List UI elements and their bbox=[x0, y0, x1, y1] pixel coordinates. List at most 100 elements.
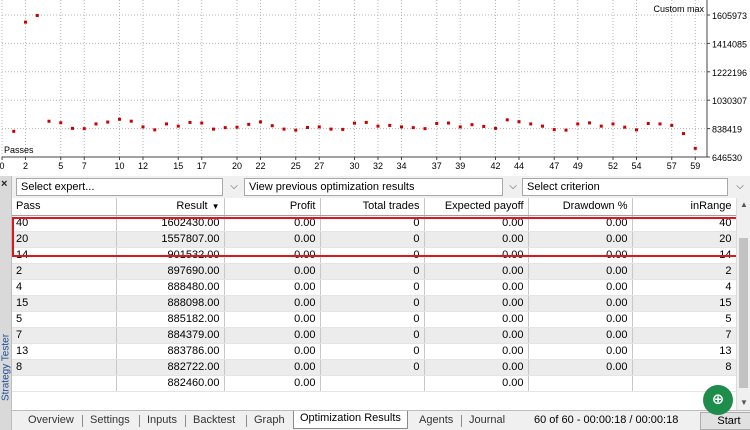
table-cell: 882722.00 bbox=[116, 359, 225, 376]
chart-point bbox=[47, 119, 51, 123]
tab-graph[interactable]: Graph bbox=[254, 412, 285, 430]
tab-overview[interactable]: Overview bbox=[28, 412, 74, 430]
close-icon[interactable]: × bbox=[1, 178, 7, 190]
chart-point bbox=[670, 123, 674, 127]
tester-tab-bar: Overview Settings Inputs Backtest Graph … bbox=[12, 410, 750, 430]
chart-point bbox=[353, 121, 356, 125]
tab-journal[interactable]: Journal bbox=[469, 412, 505, 430]
table-row[interactable]: 8 882722.00 0.00 0 0.00 0.00 8 bbox=[12, 359, 736, 376]
y-tick-label: 1605973 bbox=[712, 11, 747, 21]
table-cell: 2 bbox=[12, 263, 117, 280]
table-row[interactable]: 20 1557807.00 0.00 0 0.00 0.00 20 bbox=[12, 231, 736, 248]
table-cell: 14 bbox=[632, 247, 736, 264]
table-row[interactable]: 882460.00 0.00 0.00 bbox=[12, 375, 736, 392]
chart-point bbox=[693, 146, 697, 150]
chart-point bbox=[294, 128, 298, 132]
chart-point bbox=[153, 128, 157, 132]
select-expert-dropdown[interactable]: Select expert... bbox=[16, 178, 223, 196]
chart-point bbox=[435, 121, 439, 125]
table-cell: 7 bbox=[12, 327, 117, 344]
x-tick-label: 5 bbox=[58, 161, 63, 171]
start-button[interactable]: Start bbox=[700, 412, 750, 430]
chart-point bbox=[400, 125, 403, 129]
table-row[interactable]: 40 1602430.00 0.00 0 0.00 0.00 40 bbox=[12, 215, 736, 232]
chart-point bbox=[552, 128, 556, 132]
table-cell: 0 bbox=[320, 279, 425, 296]
expert-dropdown-arrow-icon[interactable]: ⌵ bbox=[226, 178, 242, 196]
x-tick-label: 34 bbox=[396, 161, 406, 171]
table-cell: 0.00 bbox=[528, 247, 633, 264]
table-cell: 0.00 bbox=[224, 231, 321, 248]
table-cell: 0 bbox=[320, 263, 425, 280]
chart-point bbox=[118, 117, 121, 121]
table-row[interactable]: 7 884379.00 0.00 0 0.00 0.00 7 bbox=[12, 327, 736, 344]
previous-results-dropdown[interactable]: View previous optimization results bbox=[244, 178, 503, 196]
chart-point bbox=[235, 125, 239, 129]
chart-point bbox=[599, 124, 603, 128]
scrollbar-thumb[interactable] bbox=[739, 238, 748, 388]
tab-inputs[interactable]: Inputs bbox=[147, 412, 177, 430]
chart-point bbox=[141, 125, 145, 129]
column-header-result[interactable]: Result ▼ bbox=[116, 198, 225, 216]
criterion-dropdown-arrow-icon[interactable]: ⌵ bbox=[732, 178, 748, 196]
x-tick-label: 57 bbox=[667, 161, 677, 171]
table-cell: 15 bbox=[12, 295, 117, 312]
chart-point bbox=[176, 124, 180, 128]
chart-point bbox=[59, 121, 63, 125]
table-row[interactable]: 2 897690.00 0.00 0 0.00 0.00 2 bbox=[12, 263, 736, 280]
x-tick-label: 42 bbox=[490, 161, 500, 171]
y-tick-label: 838419 bbox=[712, 125, 742, 135]
chart-canvas: 1605973 1414085 1222196 1030307 838419 646530… bbox=[0, 0, 747, 171]
chart-point bbox=[388, 123, 392, 127]
select-criterion-dropdown[interactable]: Select criterion bbox=[522, 178, 728, 196]
table-cell: 0.00 bbox=[224, 279, 321, 296]
table-cell: 0.00 bbox=[424, 311, 529, 328]
table-cell: 0.00 bbox=[528, 359, 633, 376]
table-cell: 1557807.00 bbox=[116, 231, 225, 248]
table-cell: 20 bbox=[12, 231, 117, 248]
table-cell: 0 bbox=[320, 359, 425, 376]
column-header-drawdown[interactable]: Drawdown % bbox=[528, 198, 633, 216]
column-header-profit[interactable]: Profit bbox=[224, 198, 321, 216]
table-cell: 8 bbox=[632, 359, 736, 376]
chart-point bbox=[376, 124, 380, 128]
scroll-up-icon[interactable]: ▲ bbox=[737, 198, 750, 212]
table-cell: 0 bbox=[320, 295, 425, 312]
table-cell: 40 bbox=[12, 215, 117, 232]
results-dropdown-arrow-icon[interactable]: ⌵ bbox=[505, 178, 521, 196]
column-header-inrange[interactable]: inRange bbox=[632, 198, 736, 216]
tab-settings[interactable]: Settings bbox=[90, 412, 130, 430]
zoom-icon[interactable]: ⊕ bbox=[703, 385, 733, 415]
table-row[interactable]: 5 885182.00 0.00 0 0.00 0.00 5 bbox=[12, 311, 736, 328]
chart-point bbox=[282, 127, 286, 131]
x-tick-label: 52 bbox=[608, 161, 618, 171]
chart-point bbox=[259, 120, 262, 124]
table-row[interactable]: 13 883786.00 0.00 0 0.00 0.00 13 bbox=[12, 343, 736, 360]
chart-point bbox=[505, 118, 509, 122]
table-row[interactable]: 14 901532.00 0.00 0 0.00 0.00 14 bbox=[12, 247, 736, 264]
tab-agents[interactable]: Agents bbox=[419, 412, 453, 430]
table-cell: 2 bbox=[632, 263, 736, 280]
chart-point bbox=[411, 126, 415, 130]
column-header-expected-payoff[interactable]: Expected payoff bbox=[424, 198, 529, 216]
chart-point bbox=[541, 124, 544, 128]
tab-backtest[interactable]: Backtest bbox=[193, 412, 235, 430]
x-tick-label: 47 bbox=[549, 161, 559, 171]
vertical-scrollbar[interactable]: ▲ ▼ bbox=[736, 198, 750, 410]
table-cell: 15 bbox=[632, 295, 736, 312]
tab-optimization-results[interactable]: Optimization Results bbox=[293, 411, 408, 429]
table-cell: 0.00 bbox=[528, 279, 633, 296]
column-header-total-trades[interactable]: Total trades bbox=[320, 198, 425, 216]
x-tick-label: 54 bbox=[631, 161, 641, 171]
scroll-down-icon[interactable]: ▼ bbox=[737, 396, 750, 410]
table-row[interactable]: 4 888480.00 0.00 0 0.00 0.00 4 bbox=[12, 279, 736, 296]
chart-point bbox=[529, 122, 533, 126]
chart-point bbox=[576, 122, 580, 126]
chart-point bbox=[517, 120, 521, 124]
chart-point bbox=[188, 120, 192, 124]
y-tick-label: 1222196 bbox=[712, 68, 747, 78]
table-row[interactable]: 15 888098.00 0.00 0 0.00 0.00 15 bbox=[12, 295, 736, 312]
table-cell: 0.00 bbox=[224, 311, 321, 328]
column-header-pass[interactable]: Pass bbox=[12, 198, 117, 216]
chart-point bbox=[129, 119, 133, 123]
